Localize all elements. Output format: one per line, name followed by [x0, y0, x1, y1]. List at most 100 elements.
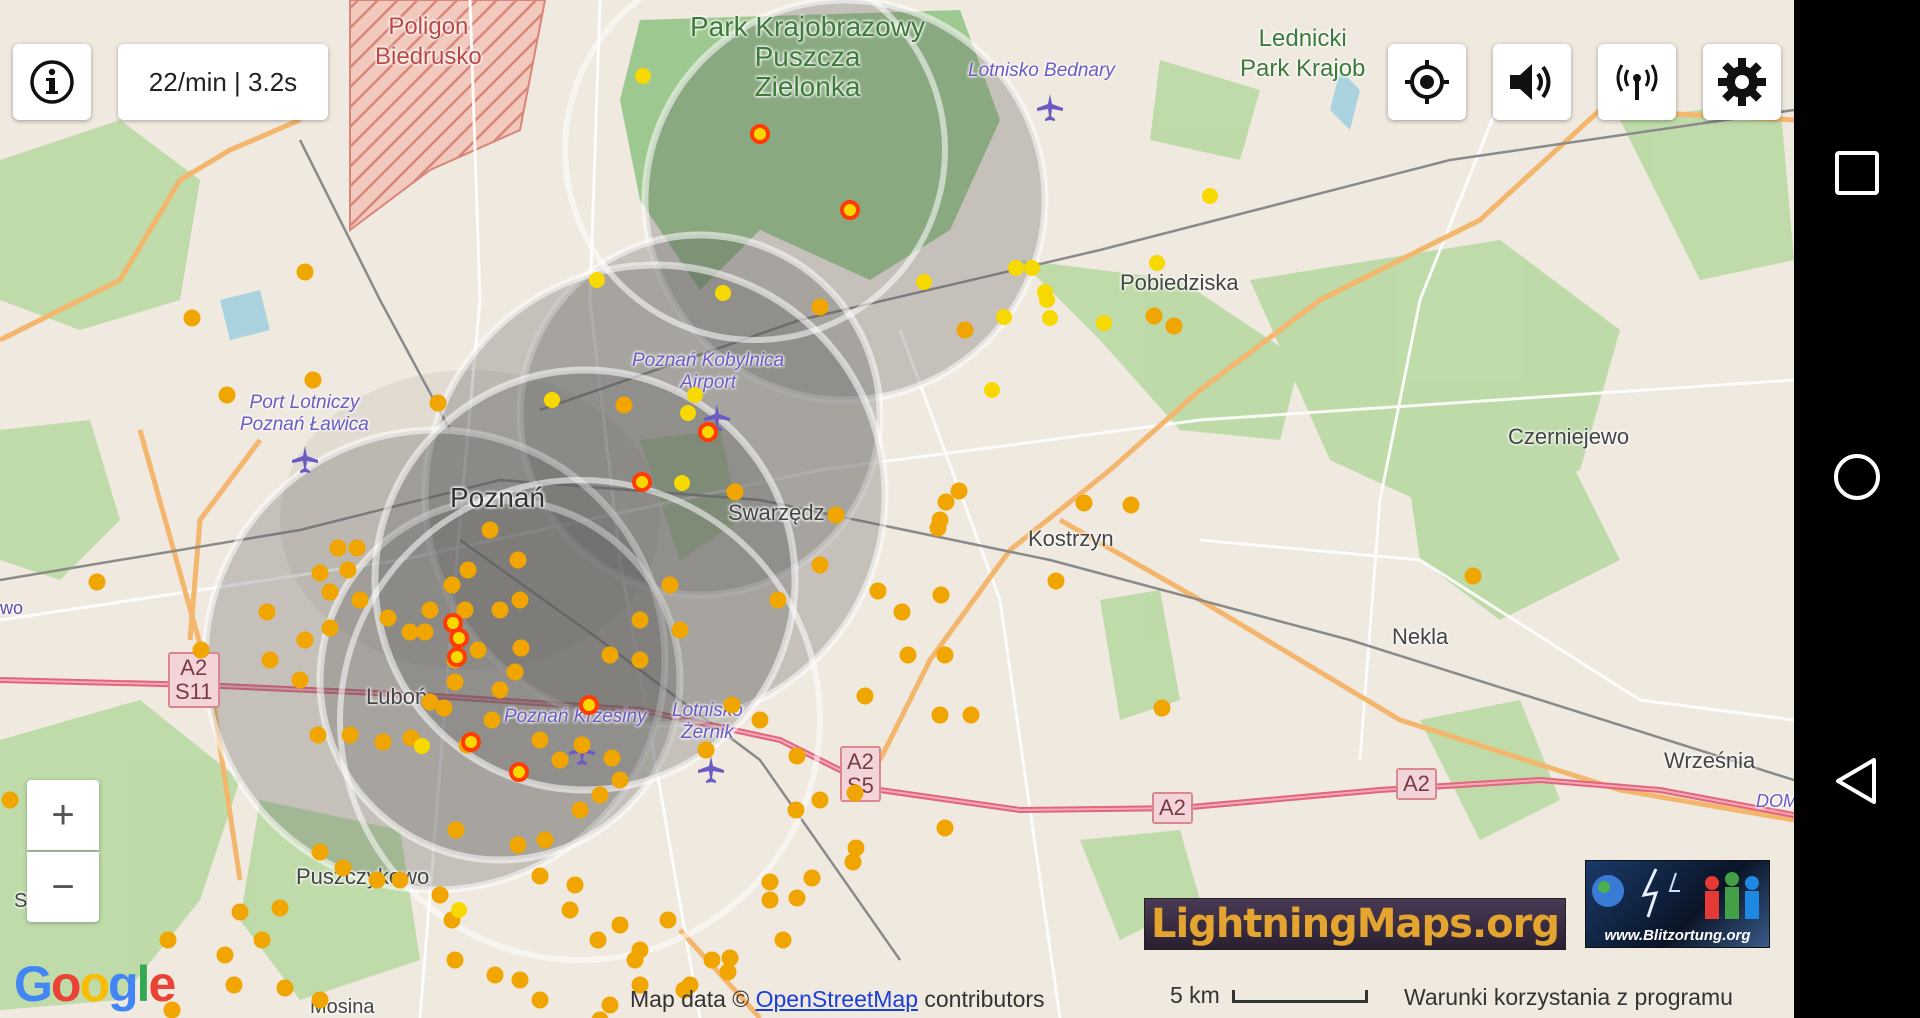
lightning-strike-marker — [579, 695, 599, 715]
lightning-strike-marker — [88, 573, 106, 591]
openstreetmap-link[interactable]: OpenStreetMap — [756, 986, 918, 1012]
lightning-strike-marker — [827, 506, 845, 524]
lightning-strike-marker — [449, 628, 469, 648]
attribution-prefix: Map data © — [630, 986, 750, 1012]
lightning-strike-marker — [531, 991, 549, 1009]
lightning-strike-marker — [1096, 315, 1112, 331]
lightning-strike-marker — [261, 651, 279, 669]
lightning-strike-marker — [368, 871, 386, 889]
home-icon[interactable] — [1832, 452, 1882, 502]
lightning-strike-marker — [446, 951, 464, 969]
lightning-strike-marker — [869, 582, 887, 600]
lightning-strike-marker — [491, 681, 509, 699]
lightning-strike-marker — [632, 472, 652, 492]
terms-link[interactable]: Warunki korzystania z programu — [1404, 984, 1733, 1011]
lightning-strike-marker — [1039, 292, 1055, 308]
lightning-strike-marker — [334, 859, 352, 877]
lightning-strike-marker — [950, 482, 968, 500]
lightning-strike-marker — [761, 891, 779, 909]
lightning-strike-marker — [698, 422, 718, 442]
lightning-strike-marker — [291, 671, 309, 689]
info-button[interactable] — [13, 44, 91, 120]
lightning-strike-marker — [697, 741, 715, 759]
lightning-strike-marker — [339, 561, 357, 579]
lightning-strike-marker — [253, 931, 271, 949]
lightning-strike-marker — [329, 539, 347, 557]
lightning-strike-marker — [1153, 699, 1171, 717]
lightning-strike-marker — [1149, 255, 1165, 271]
blitzortung-logo[interactable]: www.Blitzortung.org — [1585, 860, 1770, 948]
lightning-strike-marker — [483, 711, 501, 729]
lightning-strike-marker — [1202, 188, 1218, 204]
lightning-strike-marker — [486, 966, 504, 984]
lightning-strike-marker — [225, 976, 243, 994]
lightning-strike-marker — [844, 853, 862, 871]
recents-icon[interactable] — [1834, 150, 1880, 196]
scale-bar: 5 km — [1170, 982, 1369, 1009]
strike-layer — [1, 68, 1482, 1018]
lightning-strike-marker — [615, 396, 633, 414]
android-navigation-bar — [1794, 0, 1920, 1018]
lightning-map[interactable]: Poligon Biedrusko Park Krajobrazowy Pusz… — [0, 0, 1794, 1018]
locate-button[interactable] — [1388, 44, 1466, 120]
lightning-strike-marker — [937, 493, 955, 511]
lightning-strike-marker — [551, 751, 569, 769]
lightning-strike-marker — [936, 646, 954, 664]
lightning-strike-marker — [962, 706, 980, 724]
lightning-strike-marker — [787, 801, 805, 819]
lightning-strike-marker — [721, 949, 739, 967]
scale-label: 5 km — [1170, 982, 1220, 1008]
lightning-strike-marker — [751, 711, 769, 729]
lightning-strike-marker — [509, 762, 529, 782]
lightning-strike-marker — [811, 556, 829, 574]
lightning-strike-marker — [956, 321, 974, 339]
lightning-strike-marker — [674, 475, 690, 491]
lightning-strike-marker — [509, 551, 527, 569]
lightning-strike-marker — [461, 732, 481, 752]
lightning-strike-marker — [159, 931, 177, 949]
stations-button[interactable] — [1598, 44, 1676, 120]
lightning-strike-marker — [571, 801, 589, 819]
lightning-strike-marker — [296, 263, 314, 281]
settings-button[interactable] — [1703, 44, 1781, 120]
lightning-strike-marker — [603, 749, 621, 767]
lightning-strike-marker — [304, 371, 322, 389]
lightning-strike-marker — [1047, 572, 1065, 590]
antenna-icon — [1616, 64, 1658, 100]
lightning-strike-marker — [601, 646, 619, 664]
lightning-strike-marker — [931, 706, 949, 724]
back-icon[interactable] — [1834, 756, 1880, 806]
lightning-strike-marker — [750, 124, 770, 144]
lightning-strike-marker — [341, 726, 359, 744]
lightning-strike-marker — [544, 392, 560, 408]
lightning-strike-marker — [348, 539, 366, 557]
lightning-strike-marker — [703, 951, 721, 969]
lightning-strike-marker — [996, 309, 1012, 325]
lightning-strike-marker — [421, 601, 439, 619]
lightning-strike-marker — [258, 603, 276, 621]
lightning-strike-marker — [509, 836, 527, 854]
lightning-strike-marker — [531, 731, 549, 749]
lightning-strike-marker — [309, 726, 327, 744]
sound-button[interactable] — [1493, 44, 1571, 120]
lightning-strike-marker — [536, 831, 554, 849]
map-attribution: Map data © OpenStreetMap contributors — [630, 986, 1045, 1013]
lightning-strike-marker — [218, 386, 236, 404]
lightning-strike-marker — [788, 747, 806, 765]
lightning-strike-marker — [573, 736, 591, 754]
lightning-strike-marker — [1008, 260, 1024, 276]
lightning-strike-marker — [511, 591, 529, 609]
zoom-in-button[interactable]: + — [27, 780, 99, 850]
lightning-strike-marker — [769, 591, 787, 609]
lightning-strike-marker — [774, 931, 792, 949]
lightning-strike-marker — [451, 902, 467, 918]
lightningmaps-logo[interactable]: LightningMaps.org — [1144, 898, 1566, 950]
zoom-out-button[interactable]: − — [27, 852, 99, 922]
lightning-strike-marker — [916, 274, 932, 290]
lightning-strike-marker — [847, 839, 865, 857]
lightning-strike-marker — [447, 821, 465, 839]
lightning-strike-marker — [531, 867, 549, 885]
lightning-strike-marker — [469, 641, 487, 659]
lightning-strike-marker — [715, 285, 731, 301]
lightning-strike-marker — [631, 651, 649, 669]
